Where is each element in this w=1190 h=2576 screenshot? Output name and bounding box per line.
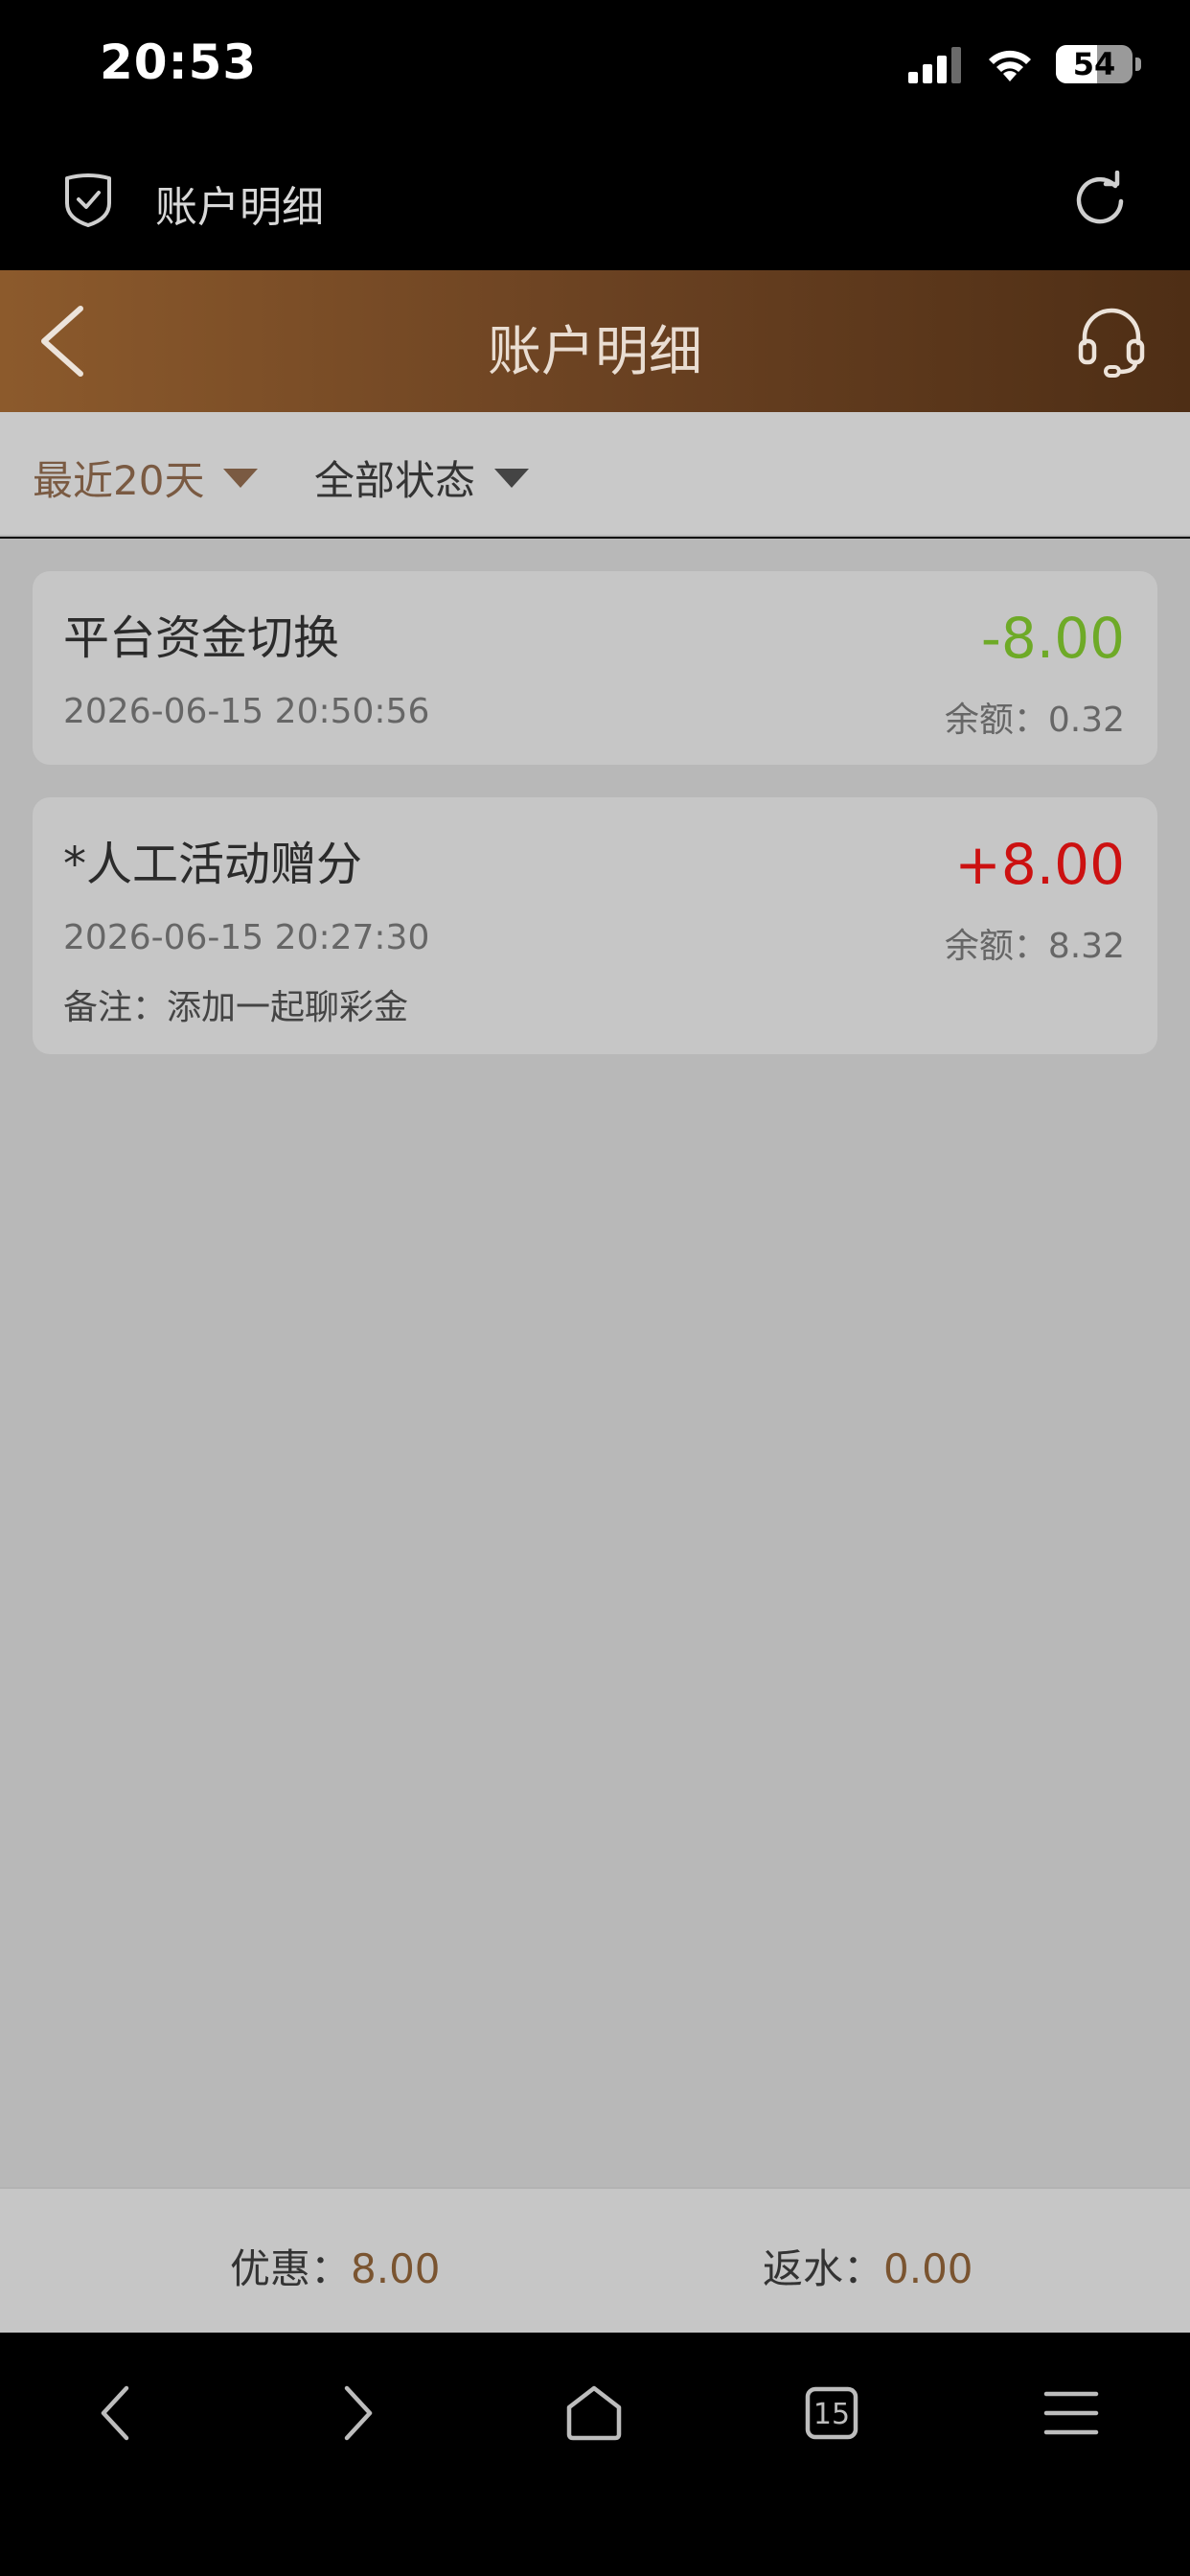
cellular-signal-icon: [908, 47, 961, 83]
app-header: 账户明细: [0, 270, 1190, 412]
status-time: 20:53: [100, 34, 258, 90]
battery-icon: 54: [1056, 45, 1141, 83]
transaction-title: *人工活动赠分: [63, 838, 363, 891]
battery-level: 54: [1072, 46, 1116, 82]
transaction-card[interactable]: 平台资金切换 -8.00 2026-06-15 20:50:56 余额：0.32: [33, 571, 1157, 765]
rebate-summary: 返水：0.00: [763, 2237, 973, 2295]
rebate-label: 返水：: [763, 2245, 884, 2292]
transaction-amount: -8.00: [980, 606, 1125, 671]
promo-summary: 优惠：8.00: [230, 2237, 441, 2295]
transaction-balance: 余额：8.32: [944, 927, 1125, 966]
menu-icon[interactable]: [1033, 2375, 1110, 2451]
transaction-amount: +8.00: [954, 832, 1125, 897]
date-range-filter[interactable]: 最近20天: [33, 448, 259, 507]
promo-value: 8.00: [351, 2245, 441, 2292]
transaction-time: 2026-06-15 20:50:56: [63, 692, 430, 731]
status-bar: 20:53 54: [0, 0, 1190, 134]
wifi-icon: [989, 50, 1031, 81]
filter-bar: 最近20天 全部状态: [0, 412, 1190, 537]
browser-toolbar: 15: [0, 2333, 1190, 2576]
status-filter[interactable]: 全部状态: [314, 448, 530, 507]
reload-icon[interactable]: [1071, 171, 1129, 228]
tabs-icon[interactable]: 15: [793, 2375, 870, 2451]
transaction-title: 平台资金切换: [63, 611, 340, 665]
battery-tip: [1135, 58, 1141, 71]
home-icon[interactable]: [556, 2375, 632, 2451]
shield-check-icon: [65, 173, 111, 227]
status-icons: 54: [908, 42, 1141, 86]
screen: 20:53 54 账户明细 账户明细 最近20天 全部状态 平台资金切换 -8.…: [0, 0, 1190, 2576]
browser-page-title: 账户明细: [155, 183, 324, 232]
caret-down-icon: [223, 468, 259, 488]
back-arrow-icon[interactable]: [80, 2375, 157, 2451]
tabs-count: 15: [813, 2398, 850, 2431]
transaction-list: 平台资金切换 -8.00 2026-06-15 20:50:56 余额：0.32…: [0, 539, 1190, 2187]
summary-bar: 优惠：8.00 返水：0.00: [0, 2187, 1190, 2333]
page-title: 账户明细: [488, 321, 702, 383]
transaction-card[interactable]: *人工活动赠分 +8.00 2026-06-15 20:27:30 余额：8.3…: [33, 797, 1157, 1054]
headset-icon[interactable]: [1077, 305, 1146, 378]
rebate-value: 0.00: [883, 2245, 973, 2292]
promo-label: 优惠：: [230, 2245, 352, 2292]
transaction-note: 备注：添加一起聊彩金: [63, 988, 409, 1027]
status-label: 全部状态: [314, 457, 476, 504]
browser-page-bar: 账户明细: [0, 134, 1190, 270]
transaction-balance: 余额：0.32: [944, 701, 1125, 740]
caret-down-icon: [494, 468, 530, 488]
forward-arrow-icon[interactable]: [316, 2375, 393, 2451]
transaction-time: 2026-06-15 20:27:30: [63, 918, 430, 957]
date-range-label: 最近20天: [33, 457, 205, 504]
